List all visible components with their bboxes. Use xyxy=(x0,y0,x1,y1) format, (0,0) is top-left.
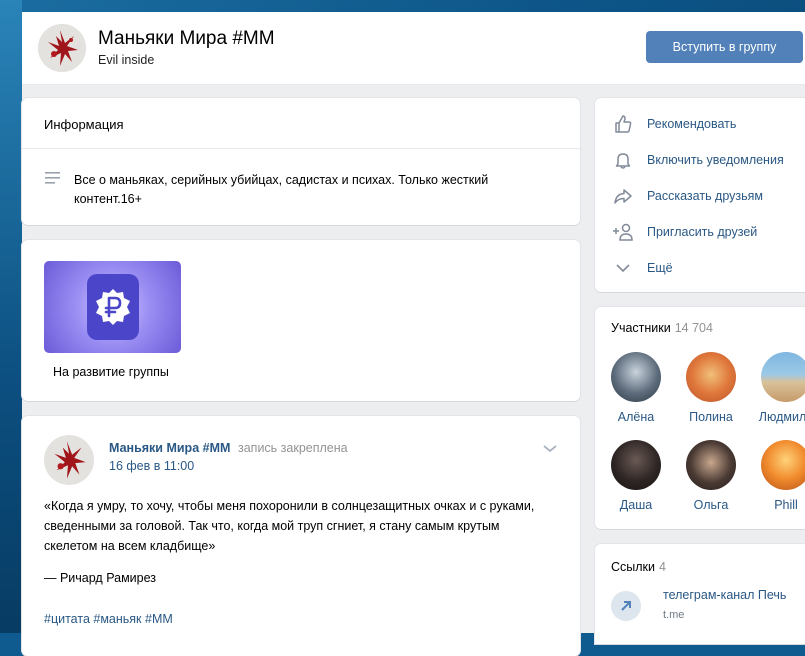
post-hashtags[interactable]: #цитата #маньяк #ММ xyxy=(44,612,173,626)
member-item[interactable]: Phill xyxy=(756,440,805,512)
donate-caption: На развитие группы xyxy=(53,365,169,379)
member-item[interactable]: Людмила xyxy=(756,352,805,424)
vk-group-page: Маньяки Мира #ММ Evil inside Вступить в … xyxy=(22,12,805,656)
info-heading: Информация xyxy=(44,117,124,132)
post-pinned-note: запись закреплена xyxy=(238,441,348,455)
bell-icon xyxy=(611,149,635,171)
notifications-action[interactable]: Включить уведомления xyxy=(611,149,784,171)
more-label: Ещё xyxy=(647,261,673,275)
ruble-icon xyxy=(87,274,139,340)
group-title: Маньяки Мира #ММ xyxy=(98,28,275,49)
members-count: 14 704 xyxy=(674,321,713,335)
member-name: Ольга xyxy=(693,498,729,512)
member-avatar xyxy=(761,352,805,402)
donate-card: На развитие группы xyxy=(22,240,580,401)
member-item[interactable]: Полина xyxy=(681,352,741,424)
group-actions: Рекомендовать Включить уведомления Расск… xyxy=(595,98,805,292)
links-title-text: Ссылки xyxy=(611,560,656,574)
member-name: Phill xyxy=(774,498,798,512)
recommend-label: Рекомендовать xyxy=(647,117,737,131)
divider xyxy=(22,148,580,149)
member-avatar xyxy=(611,440,661,490)
chevron-down-icon xyxy=(611,257,635,279)
add-user-icon xyxy=(611,221,635,243)
group-status: Evil inside xyxy=(98,53,155,67)
members-title-text: Участники xyxy=(611,321,671,335)
post-author-link[interactable]: Маньяки Мира #ММ xyxy=(109,441,230,455)
join-group-button[interactable]: Вступить в группу xyxy=(646,31,803,63)
donate-image[interactable] xyxy=(44,261,181,353)
member-avatar xyxy=(686,352,736,402)
member-avatar xyxy=(686,440,736,490)
link-arrow-icon xyxy=(611,591,641,621)
member-name: Полина xyxy=(689,410,733,424)
member-avatar xyxy=(761,440,805,490)
post-author-avatar[interactable] xyxy=(44,435,94,485)
thumbs-up-icon xyxy=(611,113,635,135)
invite-action[interactable]: Пригласить друзей xyxy=(611,221,757,243)
post-text: «Когда я умру, то хочу, чтобы меня похор… xyxy=(44,499,535,553)
member-name: Людмила xyxy=(758,410,805,424)
share-action[interactable]: Рассказать друзьям xyxy=(611,185,763,207)
post-date-link[interactable]: 16 фев в 11:00 xyxy=(109,459,194,473)
members-title[interactable]: Участники 14 704 xyxy=(611,321,713,335)
share-label: Рассказать друзьям xyxy=(647,189,764,203)
member-name: Алёна xyxy=(617,410,655,424)
member-avatar xyxy=(611,352,661,402)
link-url: t.me xyxy=(663,609,685,621)
member-item[interactable]: Алёна xyxy=(606,352,666,424)
background-edge xyxy=(0,0,22,633)
member-name: Даша xyxy=(619,498,653,512)
group-header: Маньяки Мира #ММ Evil inside Вступить в … xyxy=(22,12,805,85)
notifications-label: Включить уведомления xyxy=(647,153,784,167)
recommend-action[interactable]: Рекомендовать xyxy=(611,113,736,135)
chevron-down-icon[interactable] xyxy=(542,442,558,457)
share-icon xyxy=(611,185,635,207)
links-block: Ссылки 4 телеграм-канал Печь t.me xyxy=(595,544,805,644)
post-signature: — Ричард Рамирез xyxy=(44,571,156,585)
more-action[interactable]: Ещё xyxy=(611,257,673,279)
members-block: Участники14 704 Алёна Полина Людмила Даш… xyxy=(595,307,805,529)
member-item[interactable]: Даша xyxy=(606,440,666,512)
info-card: Информация Все о маньяках, серийных убий… xyxy=(22,98,580,225)
links-title[interactable]: Ссылки 4 xyxy=(611,560,666,574)
description-icon xyxy=(45,171,61,188)
link-title[interactable]: телеграм-канал Печь xyxy=(663,588,786,602)
pinned-post: Маньяки Мира #ММ запись закреплена 16 фе… xyxy=(22,416,580,656)
group-description: Все о маньяках, серийных убийцах, садист… xyxy=(74,173,489,206)
links-count: 4 xyxy=(659,560,666,574)
invite-label: Пригласить друзей xyxy=(647,225,758,239)
member-item[interactable]: Ольга xyxy=(681,440,741,512)
group-avatar[interactable] xyxy=(38,24,86,72)
